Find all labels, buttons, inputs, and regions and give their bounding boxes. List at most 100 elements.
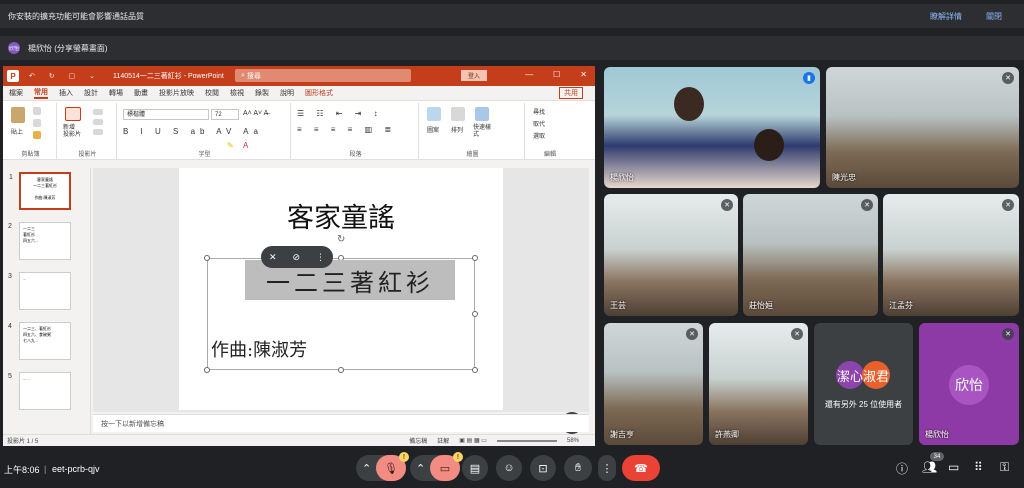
zoom-slider[interactable]: [496, 439, 557, 442]
view-buttons[interactable]: ▣ ▤ ▦ ▭: [459, 437, 487, 444]
tab-animations[interactable]: 動畫: [134, 88, 148, 98]
participant-tile[interactable]: ✕ 謝吉亨: [604, 323, 703, 445]
align-icons[interactable]: ≡ ≡ ≡ ≡ ▥ ≣: [297, 125, 396, 134]
mute-icon[interactable]: ⊘: [293, 252, 301, 263]
layout-icon[interactable]: [93, 109, 103, 115]
others-tile[interactable]: 潔心 淑君 還有另外 25 位使用者: [814, 323, 913, 445]
slide-title[interactable]: 客家童謠: [179, 196, 503, 235]
leave-call-button[interactable]: ☎︎: [622, 455, 660, 481]
select-button[interactable]: 選取: [533, 131, 545, 140]
present-button[interactable]: ⊡: [530, 455, 556, 481]
copy-icon[interactable]: [33, 119, 41, 127]
participant-tile[interactable]: ✕ 江孟芬: [883, 194, 1019, 316]
new-slide-label: 新增 投影片: [63, 125, 82, 138]
resize-handle[interactable]: [472, 367, 478, 373]
resize-handle[interactable]: [338, 367, 344, 373]
raise-hand-button[interactable]: ✋︎: [564, 455, 592, 481]
font-name-select[interactable]: 標楷體: [123, 109, 209, 120]
quick-access-toolbar[interactable]: ↶ ↻ ▢ ⌄: [29, 72, 101, 80]
self-name: 楊欣怡: [925, 430, 949, 439]
share-button[interactable]: 共用: [559, 87, 583, 99]
tab-transitions[interactable]: 轉場: [109, 88, 123, 98]
section-icon[interactable]: [93, 129, 103, 135]
tab-slideshow[interactable]: 投影片放映: [159, 88, 194, 98]
notice-text: 你安裝的擴充功能可能會影響通話品質: [8, 11, 144, 21]
learn-more-link[interactable]: 瞭解詳情: [930, 11, 962, 22]
format-painter-icon[interactable]: [33, 131, 41, 139]
slide-thumb[interactable]: 5......: [8, 372, 71, 410]
tab-insert[interactable]: 插入: [59, 88, 73, 98]
quick-styles-icon[interactable]: [475, 107, 489, 121]
new-slide-icon[interactable]: [65, 107, 81, 121]
cut-icon[interactable]: [33, 107, 41, 115]
signin-button[interactable]: 登入: [461, 70, 487, 81]
maximize-icon[interactable]: ☐: [553, 70, 560, 79]
info-icon[interactable]: ⓘ: [896, 460, 908, 477]
group-editing: 尋找 取代 選取 編輯: [527, 103, 573, 159]
chat-icon[interactable]: ▭: [948, 460, 959, 474]
replace-button[interactable]: 取代: [533, 119, 545, 128]
slide-thumb[interactable]: 1 客家童謠 一二三著紅衫 作曲:陳淑芳: [9, 172, 71, 210]
find-button[interactable]: 尋找: [533, 107, 545, 116]
tab-home[interactable]: 常用: [34, 87, 48, 99]
tab-review[interactable]: 校閱: [205, 88, 219, 98]
participant-tile[interactable]: ✕ 莊怡姮: [743, 194, 878, 316]
arrange-icon[interactable]: [451, 107, 465, 121]
pin-off-icon[interactable]: ✕: [269, 252, 277, 263]
minimize-icon[interactable]: —: [525, 70, 533, 79]
participant-tile[interactable]: ✕ 陳光忠: [826, 67, 1019, 188]
tab-shape-format[interactable]: 圖形格式: [305, 88, 333, 98]
resize-handle[interactable]: [204, 255, 210, 261]
emoji-button[interactable]: ☺: [496, 455, 522, 481]
resize-handle[interactable]: [472, 255, 478, 261]
slide-thumbnails: 1 客家童謠 一二三著紅衫 作曲:陳淑芳 2 一二三 著紅衫 四五六... 3...…: [3, 168, 91, 434]
paste-icon[interactable]: [11, 107, 25, 123]
list-icons[interactable]: ☰ ☷ ⇤ ⇥ ↕: [297, 109, 383, 118]
close-icon[interactable]: ✕: [580, 70, 587, 79]
people-icon[interactable]: 👥︎: [922, 460, 937, 474]
group-slides: 新增 投影片 投影片: [59, 103, 117, 159]
tab-file[interactable]: 檔案: [9, 88, 23, 98]
resize-handle[interactable]: [204, 367, 210, 373]
slide-thumb[interactable]: 2 一二三 著紅衫 四五六...: [8, 222, 71, 260]
slide-composer[interactable]: 作曲:陳淑芳: [211, 336, 307, 362]
zoom-level[interactable]: 58%: [567, 438, 579, 444]
participant-tile[interactable]: ▮ 楊欣怡: [604, 67, 820, 188]
captions-button[interactable]: ▤: [462, 455, 488, 481]
slide-thumb[interactable]: 3...: [8, 272, 71, 310]
participant-name: 謝吉亨: [610, 430, 634, 439]
reset-icon[interactable]: [93, 119, 103, 125]
participant-tile[interactable]: ✕ 許燕卿: [709, 323, 808, 445]
font-size-select[interactable]: 72: [211, 109, 239, 120]
tab-view[interactable]: 檢視: [230, 88, 244, 98]
comments-button[interactable]: 註解: [437, 436, 449, 445]
paste-label: 貼上: [11, 130, 24, 136]
more-icon[interactable]: ⋮: [316, 252, 325, 263]
separator: |: [44, 464, 47, 474]
mic-off-icon: ✕: [686, 328, 698, 340]
font-style-icons[interactable]: B I U S ab AV Aa: [123, 127, 263, 136]
host-controls-icon[interactable]: ⚿: [1000, 460, 1009, 475]
slide-canvas: 客家童謠 ↻ 一二三著紅衫 作曲:陳淑芳 ✕ ⊘ ⋮: [93, 168, 589, 412]
mic-off-icon: 🎙︎: [384, 462, 398, 475]
self-tile[interactable]: 欣怡 ✕ 楊欣怡: [919, 323, 1019, 445]
chevron-up-icon[interactable]: ⌃: [362, 462, 371, 475]
mic-toggle-button[interactable]: 🎙︎ !: [376, 452, 409, 481]
resize-handle[interactable]: [472, 311, 478, 317]
notes-button[interactable]: 備忘稿: [409, 436, 427, 445]
shapes-icon[interactable]: [427, 107, 441, 121]
notes-pane[interactable]: 按一下以新增備忘稿: [93, 414, 589, 432]
participant-tile[interactable]: ✕ 王芸: [604, 194, 738, 316]
more-options-button[interactable]: ⋮: [598, 455, 616, 481]
ppt-search-box[interactable]: ⌕ 搜尋: [235, 69, 411, 82]
rotate-handle-icon[interactable]: ↻: [337, 234, 345, 245]
tab-record[interactable]: 錄製: [255, 88, 269, 98]
tab-design[interactable]: 設計: [84, 88, 98, 98]
tab-help[interactable]: 說明: [280, 88, 294, 98]
close-notice-link[interactable]: 關閉: [986, 11, 1002, 22]
font-grow-shrink-icon[interactable]: A˄ A˅ A̶: [243, 110, 268, 117]
activities-icon[interactable]: ⠿: [974, 460, 983, 474]
camera-toggle-button[interactable]: ▭ !: [430, 452, 463, 481]
slide-thumb[interactable]: 4 一二三、著紅衫 四五六、食碗粥 七八九...: [8, 322, 71, 360]
chevron-up-icon[interactable]: ⌃: [416, 462, 425, 475]
